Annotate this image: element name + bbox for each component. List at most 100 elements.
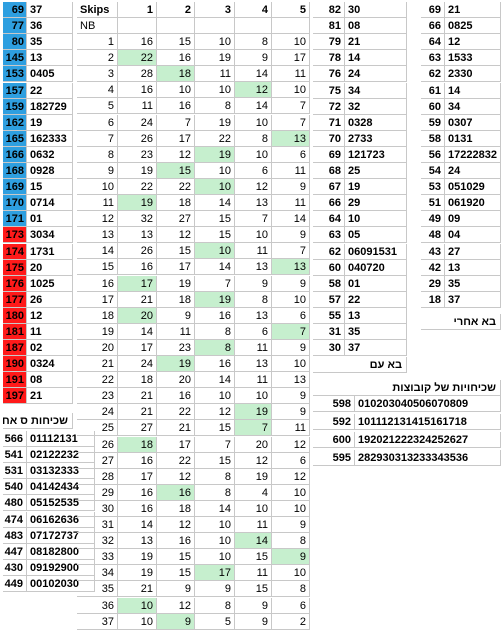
together-value-cell[interactable]: 121723 xyxy=(345,146,407,163)
ball-number-cell[interactable]: 171 xyxy=(3,211,27,228)
skip-value-cell[interactable]: 13 xyxy=(235,356,272,372)
together-value-cell[interactable]: 06091531 xyxy=(345,243,407,260)
skip-value-cell[interactable]: 2 xyxy=(272,613,310,630)
after-number-cell[interactable]: 54 xyxy=(421,163,445,179)
ball-number-cell[interactable]: 168 xyxy=(3,163,27,179)
skip-value-cell[interactable]: 9 xyxy=(272,339,310,356)
skip-value-cell[interactable]: 14 xyxy=(195,195,235,211)
after-number-cell[interactable]: 59 xyxy=(421,114,445,131)
skip-value-cell[interactable]: 14 xyxy=(272,211,310,228)
skip-value-cell[interactable]: 10 xyxy=(272,500,310,517)
together-value-cell[interactable]: 05 xyxy=(345,227,407,244)
skip-row-number[interactable]: 26 xyxy=(77,436,118,453)
group-count-cell[interactable]: 592 xyxy=(313,414,355,430)
empty-cell[interactable] xyxy=(235,18,272,34)
skip-value-cell[interactable]: 13 xyxy=(118,227,157,244)
pair-value-cell[interactable]: 22 xyxy=(27,82,73,99)
skip-value-cell[interactable]: 11 xyxy=(157,323,195,340)
together-number-cell[interactable]: 79 xyxy=(313,34,345,51)
skip-row-number[interactable]: 13 xyxy=(77,227,118,244)
pair-value-cell[interactable]: 0324 xyxy=(27,356,73,373)
group-count-cell[interactable]: 595 xyxy=(313,450,355,466)
skip-value-cell[interactable]: 6 xyxy=(272,452,310,469)
skip-value-cell[interactable]: 8 xyxy=(272,581,310,598)
skip-value-cell[interactable]: 12 xyxy=(195,404,235,421)
skip-value-cell[interactable]: 22 xyxy=(157,452,195,469)
skip-value-cell[interactable]: 12 xyxy=(235,178,272,195)
together-value-cell[interactable]: 25 xyxy=(345,163,407,179)
pair-value-cell[interactable]: 36 xyxy=(27,18,73,35)
group-digits-cell[interactable]: 010203040506070809 xyxy=(355,396,501,412)
skip-value-cell[interactable]: 14 xyxy=(235,66,272,83)
skip-value-cell[interactable]: 15 xyxy=(195,227,235,244)
skip-value-cell[interactable]: 10 xyxy=(118,613,157,630)
after-number-cell[interactable]: 48 xyxy=(421,227,445,244)
pair-value-cell[interactable]: 0405 xyxy=(27,66,73,83)
together-value-cell[interactable]: 37 xyxy=(345,340,407,357)
pair-value-cell[interactable]: 1025 xyxy=(27,275,73,292)
after-value-cell[interactable]: 061920 xyxy=(445,195,501,212)
skip-value-cell[interactable]: 9 xyxy=(272,178,310,195)
together-number-cell[interactable]: 69 xyxy=(313,146,345,163)
ball-number-cell[interactable]: 145 xyxy=(3,50,27,67)
skip-value-cell[interactable]: 15 xyxy=(157,162,195,179)
together-number-cell[interactable]: 70 xyxy=(313,130,345,147)
skip-value-cell[interactable]: 15 xyxy=(157,549,195,566)
skip-value-cell[interactable]: 8 xyxy=(235,130,272,147)
skip-value-cell[interactable]: 13 xyxy=(272,130,310,147)
together-value-cell[interactable]: 13 xyxy=(345,307,407,324)
together-number-cell[interactable]: 71 xyxy=(313,114,345,131)
skip-value-cell[interactable]: 24 xyxy=(118,356,157,372)
frequency-count-cell[interactable]: 566 xyxy=(3,431,27,447)
ball-number-cell[interactable]: 174 xyxy=(3,243,27,260)
skip-row-number[interactable]: 35 xyxy=(77,581,118,598)
skip-value-cell[interactable]: 12 xyxy=(157,146,195,163)
skip-value-cell[interactable]: 15 xyxy=(195,211,235,228)
skip-value-cell[interactable]: 9 xyxy=(157,307,195,324)
ball-number-cell[interactable]: 166 xyxy=(3,146,27,163)
skip-value-cell[interactable]: 18 xyxy=(118,372,157,389)
skip-value-cell[interactable]: 10 xyxy=(195,82,235,99)
skip-value-cell[interactable]: 19 xyxy=(118,565,157,582)
after-value-cell[interactable]: 04 xyxy=(445,227,501,244)
pair-value-cell[interactable]: 19 xyxy=(27,114,73,131)
skip-value-cell[interactable]: 10 xyxy=(195,243,235,260)
frequency-count-cell[interactable]: 430 xyxy=(3,559,27,576)
skip-value-cell[interactable]: 9 xyxy=(235,597,272,614)
ball-number-cell[interactable]: 173 xyxy=(3,227,27,244)
together-value-cell[interactable]: 24 xyxy=(345,66,407,83)
frequency-count-cell[interactable]: 483 xyxy=(3,527,27,544)
skip-value-cell[interactable]: 7 xyxy=(195,275,235,292)
skip-value-cell[interactable]: 9 xyxy=(272,275,310,292)
nb-label[interactable]: NB xyxy=(77,18,118,34)
skip-value-cell[interactable]: 17 xyxy=(157,130,195,147)
skip-value-cell[interactable]: 17 xyxy=(157,259,195,276)
skip-value-cell[interactable]: 9 xyxy=(272,517,310,533)
together-value-cell[interactable]: 32 xyxy=(345,98,407,115)
ball-number-cell[interactable]: 170 xyxy=(3,195,27,212)
skip-value-cell[interactable]: 17 xyxy=(195,565,235,582)
ball-number-cell[interactable]: 159 xyxy=(3,98,27,115)
skip-row-number[interactable]: 10 xyxy=(77,178,118,195)
after-value-cell[interactable]: 17222832 xyxy=(445,146,501,163)
skip-row-number[interactable]: 4 xyxy=(77,82,118,99)
ball-number-cell[interactable]: 187 xyxy=(3,340,27,357)
skip-value-cell[interactable]: 11 xyxy=(235,565,272,582)
ball-number-cell[interactable]: 175 xyxy=(3,259,27,276)
frequency-count-cell[interactable]: 474 xyxy=(3,511,27,528)
skip-value-cell[interactable]: 10 xyxy=(195,34,235,50)
skip-value-cell[interactable]: 9 xyxy=(235,275,272,292)
skip-value-cell[interactable]: 27 xyxy=(157,211,195,228)
together-number-cell[interactable]: 58 xyxy=(313,275,345,292)
pair-value-cell[interactable]: 11 xyxy=(27,324,73,340)
skip-value-cell[interactable]: 22 xyxy=(118,178,157,195)
after-value-cell[interactable]: 14 xyxy=(445,82,501,99)
skip-value-cell[interactable]: 20 xyxy=(118,307,157,324)
skip-row-number[interactable]: 18 xyxy=(77,307,118,324)
skip-value-cell[interactable]: 12 xyxy=(157,517,195,533)
ball-number-cell[interactable]: 190 xyxy=(3,356,27,373)
skip-value-cell[interactable]: 18 xyxy=(157,291,195,308)
skip-value-cell[interactable]: 16 xyxy=(157,50,195,67)
skip-value-cell[interactable]: 19 xyxy=(195,50,235,67)
skip-value-cell[interactable]: 17 xyxy=(272,50,310,67)
